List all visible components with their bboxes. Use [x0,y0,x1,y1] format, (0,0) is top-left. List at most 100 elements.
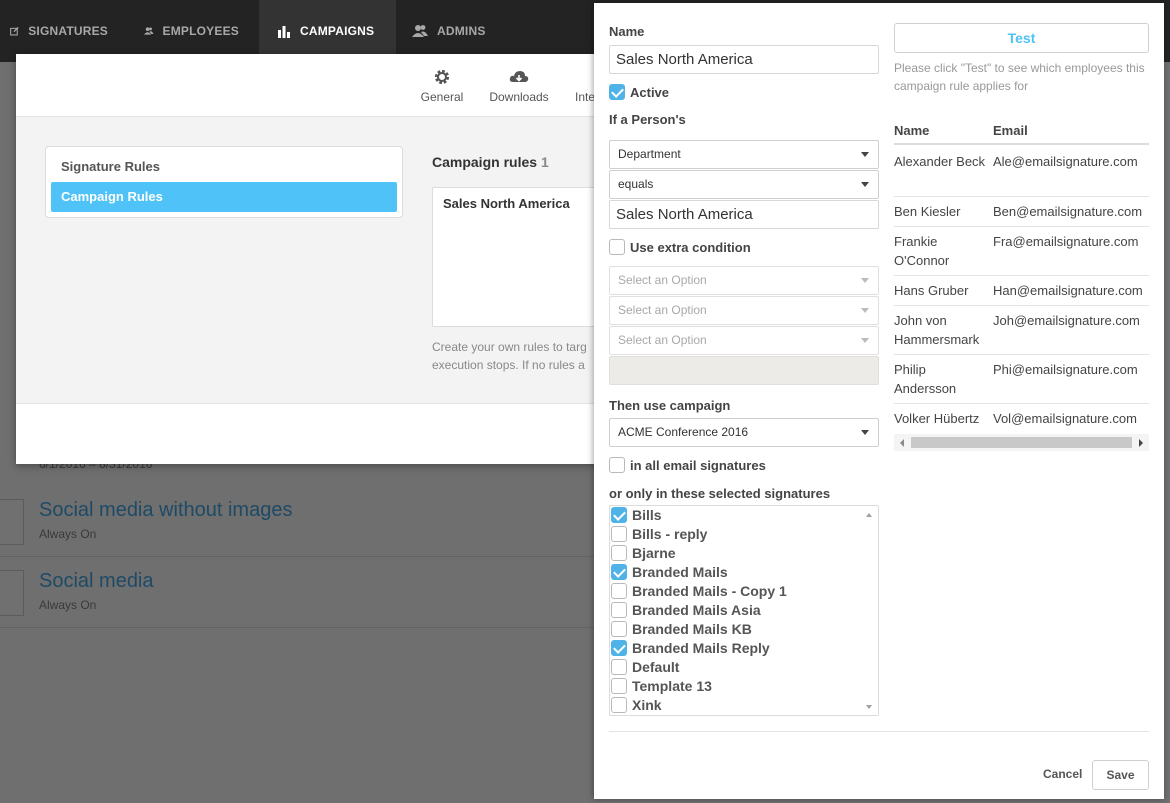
table-row: John von Hammersmark Joh@emailsignature.… [894,306,1149,355]
employee-email: Phi@emailsignature.com [993,362,1138,377]
tab-general-label: General [420,90,464,104]
test-hint: Please click "Test" to see which employe… [894,61,1145,93]
campaign-thumbnail [0,499,24,545]
signature-item[interactable]: Branded Mails - Copy 1 [610,582,860,601]
nav-employees-label: EMPLOYEES [162,24,239,38]
signature-checkbox[interactable] [611,678,627,694]
nav-campaigns-label: CAMPAIGNS [300,24,375,38]
tab-downloads[interactable]: Downloads [486,68,552,104]
signature-checkbox[interactable] [611,640,627,656]
scroll-up-icon[interactable] [866,513,872,517]
selected-signatures-label: or only in these selected signatures [609,486,831,501]
chevron-down-icon [861,278,869,283]
save-button[interactable]: Save [1092,760,1149,790]
campaign-title[interactable]: Social media without images [39,499,292,522]
employee-name: Hans Gruber [894,283,969,298]
campaign-select[interactable]: ACME Conference 2016 [609,418,879,447]
chevron-down-icon [861,308,869,313]
employee-name: John von Hammersmark [894,313,980,347]
extra-operator-placeholder: Select an Option [618,303,707,317]
signature-checkbox[interactable] [611,507,627,523]
rule-name-input[interactable] [609,45,879,74]
operator-select-value: equals [618,177,654,191]
campaign-rules-heading: Campaign rules 1 [432,154,549,170]
tab-general[interactable]: General [417,68,467,104]
signature-item[interactable]: Bills [610,506,860,525]
active-checkbox[interactable] [609,84,625,100]
campaign-list-item[interactable]: Social media Always On [0,558,600,628]
signature-item[interactable]: Branded Mails [610,563,860,582]
nav-admins-label: ADMINS [437,24,486,38]
scroll-down-icon[interactable] [866,705,872,709]
extra-condition-checkbox[interactable] [609,239,625,255]
extra-value-input [609,356,879,385]
campaign-rules-description: Create your own rules to targ execution … [432,338,600,374]
nav-employees[interactable]: EMPLOYEES [128,0,259,62]
scroll-right-icon[interactable] [1139,439,1143,447]
campaign-list-item[interactable]: Social media without images Always On [0,487,600,557]
operator-select[interactable]: equals [609,170,879,199]
campaign-rules-title: Campaign rules [432,154,538,170]
active-label: Active [630,85,670,100]
signature-item[interactable]: Branded Mails Reply [610,639,860,658]
all-signatures-label: in all email signatures [630,458,766,473]
nav-campaigns[interactable]: CAMPAIGNS [259,0,396,62]
column-header-name[interactable]: Name [894,123,929,138]
nav-signatures[interactable]: SIGNATURES [0,0,128,62]
chevron-down-icon [861,430,869,435]
signature-item[interactable]: Default [610,658,860,677]
employee-email: Fra@emailsignature.com [993,234,1139,249]
settings-footer [16,403,600,464]
menu-campaign-rules[interactable]: Campaign Rules [51,182,397,212]
description-line: Create your own rules to targ [432,340,587,354]
employee-name: Volker Hübertz [894,411,980,426]
settings-modal: General Downloads Inte Signature Rules C… [16,54,602,464]
signature-list-scrollbar[interactable] [861,506,878,715]
campaign-rules-count: 1 [541,154,549,170]
signature-item[interactable]: Bjarne [610,544,860,563]
signature-label: Default [632,659,680,675]
signature-label: Bills [632,507,662,523]
nav-admins[interactable]: ADMINS [396,0,506,62]
signature-item[interactable]: Branded Mails Asia [610,601,860,620]
signature-item[interactable]: Bills - reply [610,525,860,544]
signature-checkbox[interactable] [611,545,627,561]
scroll-left-icon[interactable] [900,439,904,447]
signature-checkbox[interactable] [611,659,627,675]
signature-checkbox[interactable] [611,697,627,713]
employee-email: Joh@emailsignature.com [993,313,1140,328]
signature-label: Bjarne [632,545,676,561]
scrollbar-thumb[interactable] [911,437,1132,448]
signature-checkbox[interactable] [611,564,627,580]
campaign-title[interactable]: Social media [39,570,154,593]
signature-checkbox[interactable] [611,526,627,542]
table-row: Alexander Beck Ale@emailsignature.com [894,147,1149,197]
if-person-label: If a Person's [609,112,686,127]
extra-field-select: Select an Option [609,266,879,295]
signature-item[interactable]: Xink [610,696,860,715]
all-signatures-checkbox[interactable] [609,457,625,473]
signature-label: Template 13 [632,678,712,694]
signature-checkbox[interactable] [611,621,627,637]
signature-checkbox[interactable] [611,602,627,618]
campaign-rule-item[interactable]: Sales North America [443,196,570,211]
tab-integrations-label: Inte [575,90,596,104]
extra-operator-select: Select an Option [609,296,879,325]
campaign-thumbnail [0,570,24,616]
extra-field-placeholder: Select an Option [618,273,707,287]
column-header-email[interactable]: Email [993,123,1028,138]
table-row: Frankie O'Connor Fra@emailsignature.com [894,227,1149,276]
cancel-button[interactable]: Cancel [1043,767,1082,781]
table-horizontal-scrollbar[interactable] [894,434,1149,451]
condition-value-input[interactable] [609,200,879,229]
table-row: Volker Hübertz Vol@emailsignature.com [894,404,1149,434]
test-button[interactable]: Test [894,23,1149,53]
field-select[interactable]: Department [609,140,879,169]
settings-body: Signature Rules Campaign Rules Campaign … [16,117,602,403]
signature-item[interactable]: Branded Mails KB [610,620,860,639]
menu-signature-rules[interactable]: Signature Rules [51,152,397,182]
gear-icon [434,69,450,85]
signature-item[interactable]: Template 13 [610,677,860,696]
signature-checkbox[interactable] [611,583,627,599]
settings-tabs: General Downloads Inte [16,54,600,117]
